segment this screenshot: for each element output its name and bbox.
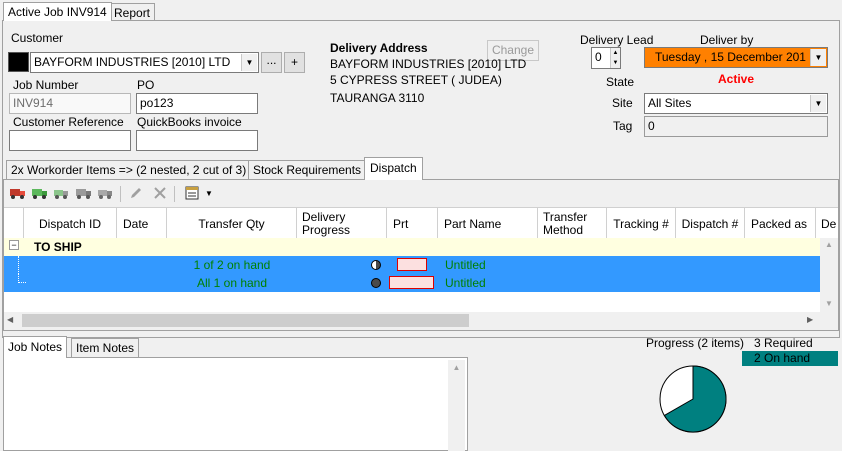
col-transfer-method[interactable]: Transfer Method [538,208,607,240]
tree-line [18,256,19,274]
toolbar-separator [174,186,175,202]
col-transfer-qty[interactable]: Transfer Qty [167,208,297,240]
tab-workorder-items[interactable]: 2x Workorder Items => (2 nested, 2 cut o… [6,160,252,179]
scroll-up-icon[interactable]: ▲ [448,363,465,372]
required-count: 3 Required [754,336,813,350]
tab-stock-requirements[interactable]: Stock Requirements [248,160,367,179]
truck-grey-icon[interactable] [74,184,94,202]
pencil-icon[interactable] [126,184,146,202]
deliver-by-value: Tuesday , 15 December 201 [655,50,806,64]
toolbar-separator [120,186,121,202]
po-label: PO [137,78,155,92]
col-date[interactable]: Date [117,208,167,240]
po-field[interactable]: po123 [136,93,258,114]
col-prt[interactable]: Prt [387,208,438,240]
scroll-right-icon[interactable]: ▶ [807,315,813,324]
prt-box [389,276,434,289]
tab-job-notes[interactable]: Job Notes [3,336,68,358]
half-progress-icon [371,260,381,270]
full-progress-icon [371,278,381,288]
col-dispatch-id[interactable]: Dispatch ID [24,208,117,240]
truck-green-small-icon[interactable] [52,184,72,202]
chevron-down-icon[interactable]: ▼ [810,95,826,112]
site-label: Site [612,96,633,110]
table-row[interactable]: All 1 on hand Untitled [4,274,820,292]
customer-combo[interactable]: BAYFORM INDUSTRIES [2010] LTD ▼ [30,52,259,73]
quickbooks-invoice-label: QuickBooks invoice [137,115,242,129]
tab-dispatch[interactable]: Dispatch [364,157,423,180]
scroll-up-icon[interactable]: ▲ [820,240,838,249]
tag-field[interactable]: 0 [644,116,828,137]
dispatch-toolbar: ▼ [8,184,248,204]
transfer-qty-cell: 1 of 2 on hand [193,258,271,272]
on-hand-count: 2 On hand [754,351,811,365]
col-dispatch-number[interactable]: Dispatch # [676,208,745,240]
tab-active-job[interactable]: Active Job INV914 [3,2,112,21]
tab-item-notes[interactable]: Item Notes [71,338,140,358]
address-line-3: TAURANGA 3110 [330,91,425,105]
tab-report[interactable]: Report [109,3,156,21]
address-line-2: 5 CYPRESS STREET ( JUDEA) [330,73,502,87]
delete-x-icon[interactable] [150,184,170,202]
state-value: Active [718,72,755,86]
progress-pie-chart [659,365,727,433]
group-label: TO SHIP [34,240,82,254]
address-line-1: BAYFORM INDUSTRIES [2010] LTD [330,57,527,71]
horizontal-scroll-thumb[interactable] [22,314,469,327]
scroll-down-icon[interactable]: ▼ [820,299,838,308]
col-packed-as[interactable]: Packed as [745,208,816,240]
site-value: All Sites [648,96,692,110]
col-de[interactable]: De [816,208,838,240]
prt-box [397,258,427,271]
customer-color-swatch[interactable] [8,52,29,72]
dropdown-arrow-icon[interactable]: ▼ [202,184,216,202]
customer-value: BAYFORM INDUSTRIES [2010] LTD [34,55,231,69]
chevron-down-icon[interactable]: ▼ [810,49,826,66]
truck-green-icon[interactable] [30,184,50,202]
customer-reference-label: Customer Reference [13,115,124,129]
customer-reference-field[interactable] [9,130,131,151]
col-delivery-progress[interactable]: Delivery Progress [297,208,387,240]
col-tracking[interactable]: Tracking # [607,208,676,240]
delivery-lead-label: Delivery Lead [580,33,654,47]
delivery-lead-value: 0 [595,50,602,64]
quickbooks-invoice-field[interactable] [136,130,258,151]
form-icon[interactable] [182,184,202,202]
collapse-toggle-icon[interactable]: − [9,240,19,250]
truck-red-icon[interactable] [8,184,28,202]
table-row[interactable]: 1 of 2 on hand Untitled [4,256,820,274]
notes-vertical-scrollbar[interactable]: ▲ [448,360,465,451]
delivery-lead-stepper[interactable]: 0 ▲ ▼ [591,47,621,69]
site-combo[interactable]: All Sites ▼ [644,93,828,114]
dispatch-grid: Dispatch ID Date Transfer Qty Delivery P… [4,207,838,329]
chevron-down-icon[interactable]: ▼ [241,54,257,71]
delivery-address-label: Delivery Address [330,41,428,55]
stepper-arrows-icon[interactable]: ▲ ▼ [610,48,620,68]
job-number-field: INV914 [9,93,131,114]
progress-label: Progress (2 items) [646,336,745,350]
notes-textarea[interactable] [8,361,448,449]
col-part-name[interactable]: Part Name [438,208,538,240]
tree-line [18,274,26,283]
transfer-qty-cell: All 1 on hand [196,276,268,290]
group-row-to-ship[interactable]: − TO SHIP [4,238,820,256]
state-label: State [606,75,635,89]
tag-label: Tag [613,119,633,133]
customer-browse-button[interactable]: ... [261,52,282,73]
grid-header-indent [4,208,24,240]
job-number-label: Job Number [13,78,79,92]
deliver-by-date-picker[interactable]: Tuesday , 15 December 201 ▼ [644,47,828,68]
grid-vertical-scrollbar[interactable]: ▲ ▼ [820,238,838,312]
add-customer-button[interactable]: + [284,52,305,73]
deliver-by-label: Deliver by [700,33,754,47]
on-hand-badge: 2 On hand [742,351,838,366]
grid-horizontal-scrollbar[interactable]: ◀ ▶ [4,312,838,329]
customer-label: Customer [11,31,64,45]
scrollbar-corner [820,312,838,329]
grid-header: Dispatch ID Date Transfer Qty Delivery P… [4,208,838,240]
part-name-cell: Untitled [445,276,486,290]
truck-grey-small-icon[interactable] [96,184,116,202]
part-name-cell: Untitled [445,258,486,272]
scroll-left-icon[interactable]: ◀ [7,315,13,324]
